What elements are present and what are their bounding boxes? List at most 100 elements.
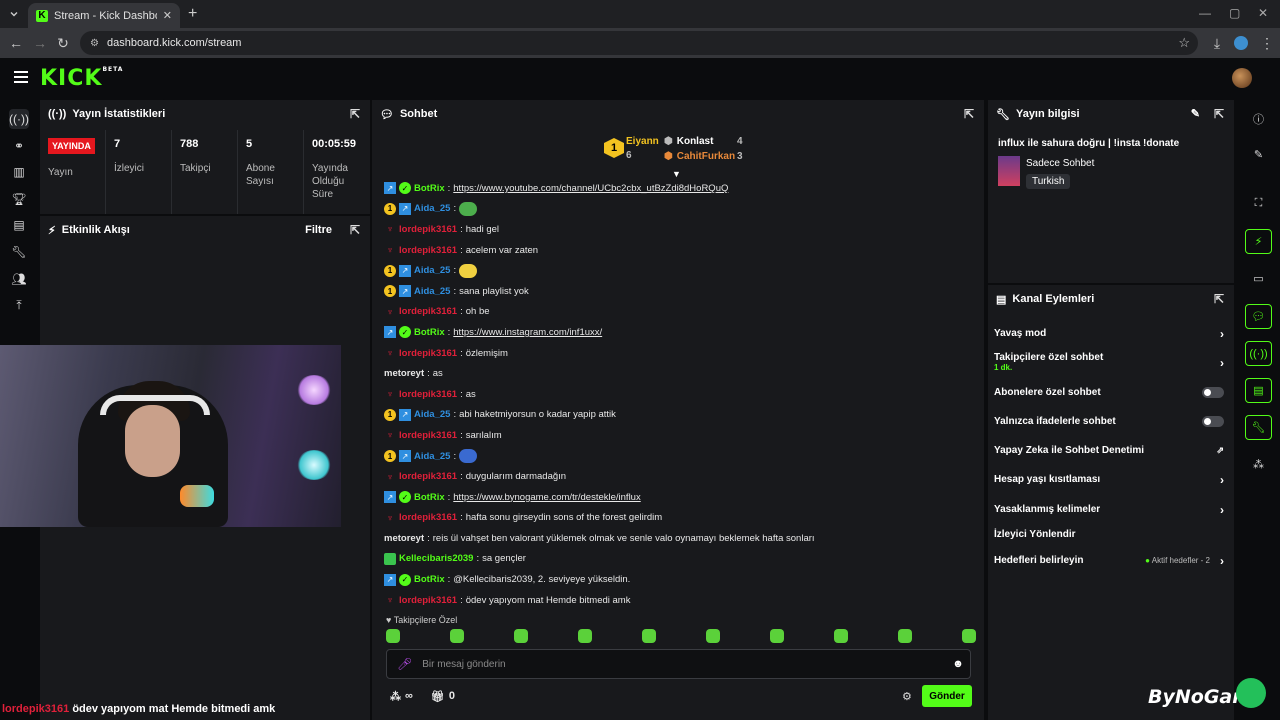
hamburger-menu-icon[interactable] [14,71,28,83]
activity-bolt-icon[interactable]: ⚡︎ [1245,229,1272,254]
emote-button[interactable] [770,629,784,643]
edit-icon[interactable]: ✎ [1245,142,1272,167]
info-icon[interactable]: ⓘ [1245,106,1272,131]
chat-link[interactable]: https://www.youtube.com/channel/UCbc2cbx… [453,183,728,194]
channel-points-icon[interactable]: ⁂ [390,690,401,703]
reload-icon[interactable]: ↻ [55,35,71,51]
user-avatar[interactable] [1232,68,1252,88]
profile-icon[interactable] [1234,36,1248,50]
back-icon[interactable]: ← [8,35,24,51]
browser-tab[interactable]: K Stream - Kick Dashboard ✕ [28,3,180,28]
menu-kebab-icon[interactable]: ⋮ [1259,35,1275,51]
chat-username[interactable]: lordepik3161 [399,595,457,606]
chat-username[interactable]: lordepik3161 [399,430,457,441]
emote-button[interactable] [706,629,720,643]
monetization-icon[interactable]: ▤ [9,215,29,235]
emote-button[interactable] [642,629,656,643]
tab-search-chevron-icon[interactable] [6,6,22,22]
chat-username[interactable]: BotRix [414,574,445,585]
popout-icon[interactable]: ⇱ [350,107,360,121]
chat-username[interactable]: lordepik3161 [399,389,457,400]
chat-username[interactable]: BotRix [414,183,445,194]
community-icon[interactable]: 👥︎ [9,269,29,289]
emote-chat-toggle[interactable] [1202,416,1224,427]
kick-logo[interactable]: KICKBETA [40,66,123,91]
wrench-icon[interactable]: 🔧︎ [9,242,29,262]
followers-chat-row[interactable]: Takipçilere özel sohbet 1 dk. › [994,352,1224,372]
chat-message-input[interactable] [422,658,943,670]
trophy-icon[interactable]: 🏆︎ [9,189,29,209]
emote-button[interactable] [898,629,912,643]
gift-icon[interactable]: 🎁︎ [431,690,445,703]
chat-settings-gear-icon[interactable]: ⚙ [902,690,912,703]
chat-username[interactable]: BotRix [414,492,445,503]
stream-broadcast-icon[interactable]: ((·)) [9,109,29,129]
slow-mode-row[interactable]: Yavaş mod › [994,327,1224,341]
chat-username[interactable]: lordepik3161 [399,306,457,317]
site-info-icon[interactable]: ⚙ [90,38,99,49]
emote-button[interactable] [578,629,592,643]
chat-username[interactable]: Aida_25 [414,409,450,420]
chat-username[interactable]: metoreyt [384,533,424,544]
dots-icon[interactable]: ⁂ [1245,452,1272,477]
chat-username[interactable]: lordepik3161 [399,512,457,523]
chat-username[interactable]: Kellecibaris2039 [399,553,473,564]
chat-username[interactable]: Aida_25 [414,451,450,462]
ai-moderation-row[interactable]: Yapay Zeka ile Sohbet Denetimi ⇗ [994,445,1224,456]
wrench-toggle-icon[interactable]: 🔧︎ [1245,415,1272,440]
chat-username[interactable]: Aida_25 [414,265,450,276]
emote-button[interactable] [386,629,400,643]
chat-username[interactable]: lordepik3161 [399,471,457,482]
chat-username[interactable]: BotRix [414,327,445,338]
popout-icon[interactable]: ⇱ [964,107,974,121]
send-button[interactable]: Gönder [922,685,972,707]
chat-username[interactable]: lordepik3161 [399,348,457,359]
filter-button[interactable]: Filtre [305,224,332,236]
goals-row[interactable]: Hedefleri belirleyin ● Aktif hedefler - … [994,554,1224,568]
emote-button[interactable] [834,629,848,643]
chat-link[interactable]: https://www.bynogame.com/tr/destekle/inf… [453,492,640,503]
chat-username[interactable]: Aida_25 [414,203,450,214]
clip-icon[interactable]: ⛶ [1245,191,1272,216]
edit-pencil-icon[interactable]: ✎ [1191,107,1200,120]
emoji-picker-icon[interactable]: ☻ [952,658,964,670]
notes-icon[interactable]: ▭ [1245,266,1272,291]
account-age-row[interactable]: Hesap yaşı kısıtlaması › [994,473,1224,487]
chat-toggle-icon[interactable]: 💬︎ [1245,304,1272,329]
actions-toggle-icon[interactable]: ▤ [1245,378,1272,403]
leader-2[interactable]: ⬢ Konlast [664,136,713,147]
popout-icon[interactable]: ⇱ [350,223,360,237]
download-icon[interactable]: ⤓ [1209,35,1225,51]
chat-username[interactable]: metoreyt [384,368,424,379]
broadcast-toggle-icon[interactable]: ((·)) [1245,341,1272,366]
category-name[interactable]: Sadece Sohbet [1026,158,1094,169]
support-chat-bubble-icon[interactable] [1236,678,1266,708]
forward-icon[interactable]: → [32,35,48,51]
popout-icon[interactable]: ⇱ [1214,292,1224,306]
minimize-icon[interactable]: — [1199,6,1211,20]
chat-username[interactable]: lordepik3161 [399,224,457,235]
microphone-icon[interactable]: 🎤︎ [397,657,412,671]
window-close-icon[interactable]: ✕ [1258,6,1268,20]
upload-icon[interactable]: ⤒ [9,295,29,315]
emote-button[interactable] [962,629,976,643]
rank-badge-icon: 1 [384,285,396,298]
analytics-icon[interactable]: ▥ [9,162,29,182]
chat-username[interactable]: lordepik3161 [399,245,457,256]
chat-username[interactable]: Aida_25 [414,286,450,297]
leader-1-name[interactable]: Eiyann [626,136,659,147]
subs-chat-toggle[interactable] [1202,387,1224,398]
address-bar[interactable]: ⚙ dashboard.kick.com/stream ☆ [80,31,1198,55]
banned-words-row[interactable]: Yasaklanmış kelimeler › [994,503,1224,517]
restore-icon[interactable]: ▢ [1229,6,1240,20]
popout-icon[interactable]: ⇱ [1214,107,1224,121]
link-icon[interactable]: ⚭ [9,136,29,156]
tab-close-icon[interactable]: ✕ [163,9,172,22]
host-row[interactable]: İzleyici Yönlendir [994,529,1224,540]
emote-button[interactable] [514,629,528,643]
emote-button[interactable] [450,629,464,643]
new-tab-icon[interactable]: + [188,5,197,23]
leader-3[interactable]: ⬢ CahitFurkan [664,151,735,162]
bookmark-star-icon[interactable]: ☆ [1178,35,1190,51]
chat-link[interactable]: https://www.instagram.com/inf1uxx/ [453,327,602,338]
